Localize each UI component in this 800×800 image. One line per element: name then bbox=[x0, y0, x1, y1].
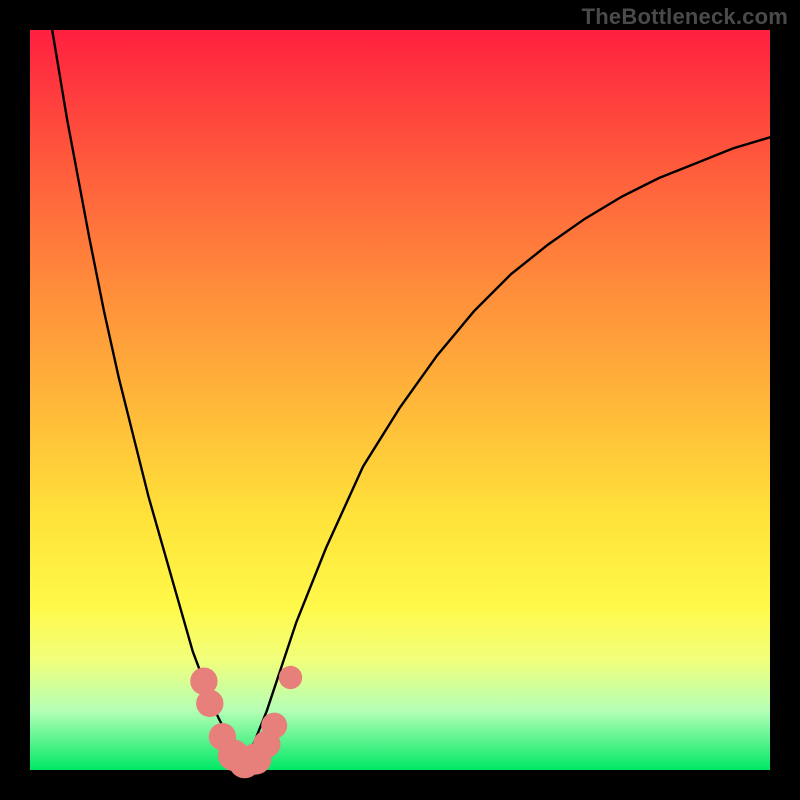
watermark-text: TheBottleneck.com bbox=[582, 4, 788, 30]
marker-group bbox=[190, 666, 302, 779]
data-marker bbox=[279, 666, 302, 689]
data-marker bbox=[261, 713, 287, 739]
right-curve bbox=[245, 137, 770, 762]
chart-svg bbox=[30, 30, 770, 770]
chart-frame: TheBottleneck.com bbox=[0, 0, 800, 800]
data-marker bbox=[196, 690, 223, 717]
left-curve bbox=[52, 30, 244, 763]
chart-plot-area bbox=[30, 30, 770, 770]
